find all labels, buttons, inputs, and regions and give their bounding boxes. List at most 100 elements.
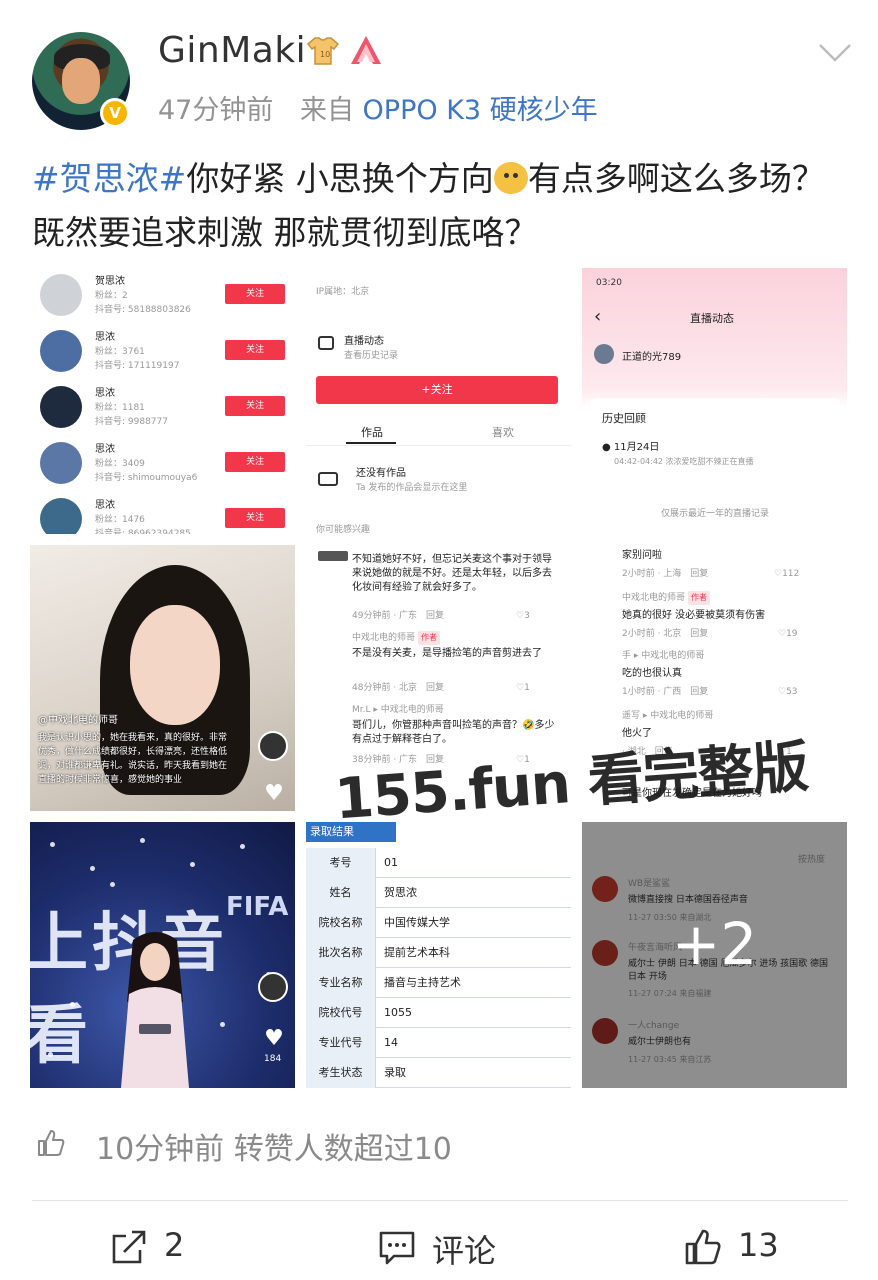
avatar [258,972,288,1002]
user-id: 抖音号: shimoumouya6 [95,473,198,483]
comment-meta: 49分钟前 · 广东 回复 [352,611,445,621]
comment-likes: ♡53 [778,687,798,697]
comment-button[interactable]: 评论 [378,1222,538,1272]
table-row: 考号 01 [306,848,571,878]
comment-text: 不知道她好不好，但忘记关麦这个事对于领导来说她做的就是不好。还是太年轻，以后多去… [352,554,552,593]
user-name: 思浓 [95,388,115,399]
empty-sub: Ta 发布的作品会显示在这里 [356,483,468,493]
post-time: 47分钟前 [158,95,274,126]
portrait-face [130,605,220,725]
user-id: 抖音号: 58188803826 [95,305,191,315]
comment-text: 家别问啦 [622,550,662,561]
image-admission-table[interactable]: 录取结果 考号 01 姓名 贺思浓 院校名称 中国传媒大学 批次名称 提前艺术本科 专业… [306,822,571,1088]
like-count: 13 [738,1226,779,1264]
user-id: 抖音号: 171119197 [95,361,180,371]
comment-text: 她真的很好 没必要被莫须有伤害 [622,610,766,621]
live-sub: 查看历史记录 [344,351,399,361]
ip-location: IP属地：北京 [316,287,370,297]
avatar [40,442,82,484]
table-row: 专业代号 14 [306,1028,571,1058]
user-name: 思浓 [95,332,115,343]
comment-meta: 48分钟前 · 北京 回复 [352,683,445,693]
follow-button: 关注 [225,452,285,472]
share-button[interactable]: 2 [110,1222,230,1272]
comment-likes: ♡19 [778,629,798,639]
image-video-portrait[interactable]: @中戏北电的师哥 我是认识小思的，她在我看来，真的很好。非常优秀，做什么成绩都很… [30,545,295,811]
verified-badge-icon: V [100,98,130,128]
comment-user: 中戏北电的师哥 作者 [622,591,711,605]
doge-emoji-icon [493,162,528,194]
table-row: 专业名称 播音与主持艺术 [306,968,571,998]
live-page-title: 直播动态 [690,312,734,325]
tab-likes: 喜欢 [492,426,514,439]
image-user-list[interactable]: 贺思浓 粉丝：2 抖音号: 58188803826 关注 思浓 粉丝：3761 … [30,268,295,534]
list-item: 思浓 粉丝：3761 抖音号: 171119197 关注 [40,328,290,378]
table-row: 考生状态 录取 [306,1058,571,1088]
tv-icon [318,336,334,350]
chevron-down-icon[interactable] [818,42,852,64]
comment-likes: ♡1 [516,683,530,693]
list-item: 贺思浓 粉丝：2 抖音号: 58188803826 关注 [40,272,290,322]
comment-user: Mr.L ▸ 中戏北电的师哥 [352,705,444,715]
table-row: 院校代号 1055 [306,998,571,1028]
thumbs-up-icon [685,1229,721,1265]
thumbs-up-icon [38,1130,65,1156]
comment-text: 不是没有关麦，是导播捡笔的声音剪进去了 [352,648,542,659]
svg-text:10: 10 [320,50,330,59]
image-profile[interactable]: IP属地：北京 直播动态 查看历史记录 +关注 作品 喜欢 还没有作品 Ta 发… [306,268,571,534]
follow-button: 关注 [225,508,285,528]
status-time: 03:20 [596,278,622,288]
comment-likes: ♡112 [774,569,800,579]
follow-button: 关注 [225,396,285,416]
fans-count: 粉丝：1181 [95,403,145,413]
host-figure [121,932,189,1088]
shirt-badge-icon[interactable]: 10 [306,36,340,66]
topic-link[interactable]: #贺思浓# [32,159,186,198]
follow-button: 关注 [225,340,285,360]
video-caption: 我是认识小思的，她在我看来，真的很好。非常优秀，做什么成绩都很好，长得漂亮，还性… [38,733,228,785]
image-video-stage[interactable]: 上抖音看 FIFA ♥ 184 [30,822,295,1088]
user-name: 思浓 [95,444,115,455]
history-date: ● 11月24日 [602,442,660,453]
avatar [258,731,288,761]
avatar [40,498,82,534]
live-title: 直播动态 [344,336,384,347]
comment-user: 手 ▸ 中戏北电的师哥 [622,651,705,661]
username[interactable]: GinMaki [158,30,306,71]
rocket-badge-icon[interactable] [348,34,384,68]
user-name: 贺思浓 [95,276,125,287]
list-item: 思浓 粉丝：1476 抖音号: 86962394285 关注 [40,496,290,534]
image-grid: 贺思浓 粉丝：2 抖音号: 58188803826 关注 思浓 粉丝：3761 … [30,268,847,1088]
image-live-history[interactable]: 03:20 ‹ 直播动态 正道的光789 历史回顾 ● 11月24日 04:42… [582,268,847,534]
avatar [40,274,82,316]
like-button[interactable]: 13 [684,1222,804,1272]
avatar [40,330,82,372]
history-entry: 04:42-04:42 浓浓爱吃甜不辣正在直播 [614,457,754,466]
back-icon: ‹ [594,306,602,327]
table-row: 批次名称 提前艺术本科 [306,938,571,968]
heart-icon: ♥ [264,1026,284,1051]
user-name: 思浓 [95,500,115,511]
post-text: #贺思浓#你好紧 小思换个方向 有点多啊这么多场？既然要追求刺激 那就贯彻到底咯？ [32,152,852,260]
comment-user: 中戏北电的师哥 作者 [352,631,441,645]
heart-icon: ♥ [264,781,284,806]
inbox-icon [318,472,338,486]
comment-icon [379,1231,415,1265]
fifa-text: FIFA [226,892,289,922]
post-text-part-a: 你好紧 小思换个方向 [186,159,494,198]
device-link[interactable]: OPPO K3 硬核少年 [363,95,598,126]
comment-text: 吃的也很认真 [622,668,682,679]
comment-meta: 2小时前 · 上海 回复 [622,569,709,579]
image-more[interactable]: 按热度 WB是鲨鲨 微博直接搜 日本德国吞径声音 11-27 03:50 来自湖… [582,822,847,1088]
history-title: 历史回顾 [602,412,646,425]
fans-count: 粉丝：3761 [95,347,145,357]
tab-indicator [346,442,396,444]
like-count: 184 [264,1054,282,1064]
from-label: 来自 [299,95,354,126]
fans-count: 粉丝：2 [95,291,128,301]
user-id: 抖音号: 86962394285 [95,529,191,534]
follow-button: +关注 [316,376,558,404]
share-icon [112,1230,146,1264]
maybe-interested: 你可能感兴趣 [316,525,371,534]
divider [32,1200,848,1201]
